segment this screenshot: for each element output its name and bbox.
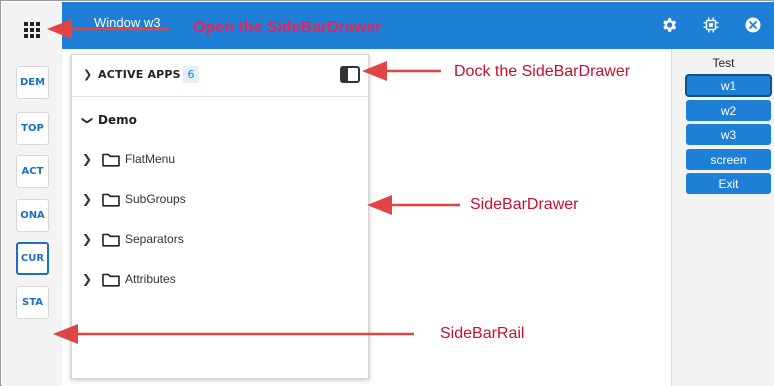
rail-item-label: STA bbox=[22, 297, 43, 308]
apps-grid-button[interactable] bbox=[16, 14, 48, 46]
rail-item-label: DEM bbox=[19, 77, 46, 88]
annotation-drawer: SideBarDrawer bbox=[470, 196, 579, 213]
chip-button[interactable] bbox=[700, 14, 722, 36]
chevron-right-icon: ❯ bbox=[82, 192, 93, 206]
folder-icon bbox=[102, 193, 120, 207]
chevron-right-icon: ❯ bbox=[82, 232, 93, 246]
chevron-right-icon: ❯ bbox=[83, 68, 93, 81]
chevron-down-icon: ❯ bbox=[81, 115, 95, 126]
rail-item-label: CUR bbox=[20, 253, 45, 264]
rail-item-label: TOP bbox=[21, 123, 44, 134]
rail-item-label: ACT bbox=[21, 166, 44, 177]
rail-item-dem[interactable]: DEM bbox=[16, 66, 49, 99]
annotation-rail: SideBarRail bbox=[440, 325, 525, 342]
button-label: w2 bbox=[720, 103, 737, 118]
tree-item-subgroups[interactable]: ❯ SubGroups bbox=[82, 189, 352, 211]
tree-item-flatmenu[interactable]: ❯ FlatMenu bbox=[82, 149, 352, 171]
chip-icon bbox=[703, 17, 719, 33]
folder-icon bbox=[102, 153, 120, 167]
tree-item-separators[interactable]: ❯ Separators bbox=[82, 229, 352, 251]
dock-button[interactable] bbox=[340, 66, 360, 83]
screen-button[interactable]: screen bbox=[686, 149, 771, 170]
app-window: DEM TOP ACT ONA CUR STA Window w3 Test w… bbox=[0, 0, 774, 386]
active-apps-label: ACTIVE APPS bbox=[98, 68, 181, 81]
tree-item-label: Attributes bbox=[125, 272, 176, 286]
chevron-right-icon: ❯ bbox=[82, 152, 93, 166]
annotation-open-drawer: Open the SideBarDrawer bbox=[193, 19, 382, 36]
gear-icon bbox=[663, 18, 677, 32]
button-label: screen bbox=[710, 152, 747, 167]
close-button[interactable] bbox=[742, 14, 764, 36]
apps-grid-icon bbox=[24, 22, 40, 38]
rail-item-ona[interactable]: ONA bbox=[16, 199, 49, 232]
tree-item-label: Separators bbox=[125, 232, 184, 246]
button-label: w3 bbox=[720, 127, 737, 142]
button-label: Exit bbox=[718, 176, 739, 191]
settings-button[interactable] bbox=[658, 14, 680, 36]
folder-icon bbox=[102, 273, 120, 287]
test-panel: Test w1 w2 w3 screen Exit bbox=[671, 49, 774, 386]
sidebar-drawer: ❯ ACTIVE APPS 6 ❯ Demo ❯ FlatMenu ❯ SubG… bbox=[71, 54, 369, 379]
test-panel-title: Test bbox=[712, 56, 735, 70]
sidebar-rail: DEM TOP ACT ONA CUR STA bbox=[2, 2, 62, 386]
w3-button[interactable]: w3 bbox=[686, 124, 771, 145]
close-circle-icon bbox=[745, 17, 761, 33]
window-title: Window w3 bbox=[94, 15, 161, 30]
chevron-right-icon: ❯ bbox=[82, 272, 93, 286]
rail-item-label: ONA bbox=[20, 210, 45, 221]
group-demo-title[interactable]: Demo bbox=[98, 113, 137, 127]
title-bar: Window w3 bbox=[62, 2, 774, 49]
rail-item-sta[interactable]: STA bbox=[16, 286, 49, 319]
rail-item-act[interactable]: ACT bbox=[16, 155, 49, 188]
folder-icon bbox=[102, 233, 120, 247]
dock-panel-icon bbox=[340, 66, 360, 83]
rail-item-cur[interactable]: CUR bbox=[16, 242, 49, 275]
tree-item-attributes[interactable]: ❯ Attributes bbox=[82, 269, 352, 291]
w2-button[interactable]: w2 bbox=[686, 100, 771, 121]
w1-button[interactable]: w1 bbox=[686, 75, 771, 96]
tree-item-label: FlatMenu bbox=[125, 152, 176, 166]
annotation-dock-drawer: Dock the SideBarDrawer bbox=[454, 63, 631, 80]
button-label: w1 bbox=[720, 78, 737, 93]
exit-button[interactable]: Exit bbox=[686, 173, 771, 194]
rail-item-top[interactable]: TOP bbox=[16, 112, 49, 145]
count-badge: 6 bbox=[183, 66, 199, 83]
tree-item-label: SubGroups bbox=[125, 192, 186, 206]
drawer-header[interactable]: ❯ ACTIVE APPS 6 bbox=[72, 55, 368, 97]
